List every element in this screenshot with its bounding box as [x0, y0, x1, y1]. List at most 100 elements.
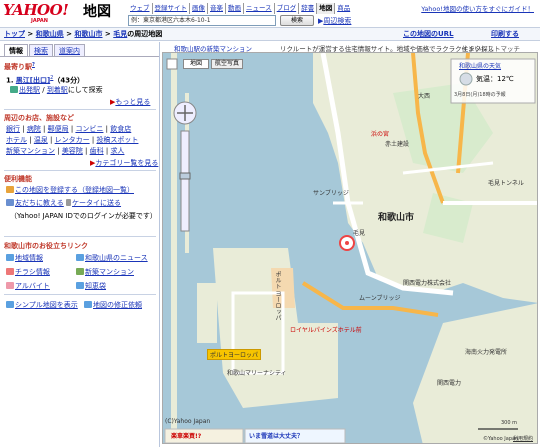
map-drawing	[163, 53, 537, 443]
simple-map-icon	[6, 301, 14, 308]
report-link[interactable]: 地図の修正依頼	[93, 301, 142, 309]
nearby-row-3: 新築マンション | 美容院 | 歯科 | 求人	[6, 147, 125, 155]
link-jobs[interactable]: 求人	[110, 147, 124, 155]
link-hospital[interactable]: 病院	[27, 125, 41, 133]
help-link[interactable]: Yahoo!地図の使い方をすぐにガイド！	[421, 3, 534, 13]
divider	[4, 236, 156, 237]
pencil-icon	[6, 186, 14, 193]
link-restaurant[interactable]: 飲食店	[110, 125, 131, 133]
tell-friend-link[interactable]: 友だちに教える	[15, 199, 64, 207]
link-spot[interactable]: 投稿スポット	[96, 136, 138, 144]
interest-match-ad: 和歌山駅の新築マンション リクルートが運営する住宅情報サイト。地域や価格でラクラ…	[162, 42, 540, 52]
zoom-slider[interactable]	[181, 131, 189, 231]
info-tabs: 情報 検索 道案内	[4, 44, 86, 56]
label-royal-pines: ロイヤルパインズホテル前	[290, 327, 362, 334]
pan-control[interactable]	[174, 102, 196, 124]
news-icon	[76, 254, 84, 261]
simple-map-link[interactable]: シンプル地図を表示	[15, 301, 78, 309]
station-link[interactable]: 黒江[出口]	[16, 76, 50, 84]
label-hamanomiya: 浜の宮	[371, 131, 390, 138]
station-route-row: 出発駅 / 到着駅にして探索	[10, 85, 103, 95]
depart-link[interactable]: 出発駅	[19, 86, 40, 94]
nav-music[interactable]: 音楽	[208, 3, 226, 14]
weather-title[interactable]: 和歌山県の天気	[459, 61, 501, 70]
job-icon	[6, 282, 14, 289]
logo-text: YAHOO!	[3, 1, 69, 19]
train-icon	[10, 86, 18, 93]
bottom-links-b: 地図の修正依頼	[84, 300, 142, 310]
registered-list-link[interactable]: （登録地図一覧）	[78, 186, 134, 194]
label-porto-europe: ポルト ヨーロッパ	[274, 271, 281, 321]
label-kainan: 関西電力	[437, 380, 462, 387]
link-mansion[interactable]: 新築マンション	[6, 147, 55, 155]
link-pref-news[interactable]: 和歌山県のニュース	[85, 254, 148, 262]
register-map-link[interactable]: この地図を登録する	[15, 186, 78, 194]
link-dental[interactable]: 歯科	[90, 147, 104, 155]
arrive-link[interactable]: 到着駅	[47, 86, 68, 94]
nav-news[interactable]: ニュース	[244, 3, 275, 14]
station-heading: 最寄り駅?	[4, 62, 35, 71]
map-url-button[interactable]: この地図のURL	[403, 29, 454, 39]
nearby-search-link[interactable]: ▶周辺検索	[318, 16, 351, 26]
link-hotel[interactable]: ホテル	[6, 136, 27, 144]
tab-route[interactable]: 道案内	[54, 44, 85, 56]
link-new-mansion[interactable]: 新築マンション	[85, 268, 134, 276]
map-canvas[interactable]: 地図 航空写真 和歌山県の天気 気温：12℃ 3月8日(月)18時の予報 和歌山…	[162, 52, 538, 444]
search-button[interactable]: 検索	[280, 15, 314, 26]
crumb-area[interactable]: 毛見	[113, 30, 127, 38]
divider	[4, 109, 156, 110]
copyright-left: (C)Yahoo Japan	[165, 418, 211, 425]
tab-search[interactable]: 検索	[29, 44, 53, 56]
link-area-info[interactable]: 地域情報	[15, 254, 43, 262]
link-onsen[interactable]: 温泉	[34, 136, 48, 144]
help-icon[interactable]: ?	[32, 62, 35, 68]
link-conveni[interactable]: コンビニ	[75, 125, 103, 133]
link-flyer[interactable]: チラシ情報	[15, 268, 50, 276]
link-bank[interactable]: 銀行	[6, 125, 20, 133]
nearby-row-1: 銀行 | 病院 | 郵便局 | コンビニ | 飲食店	[6, 125, 132, 133]
ad-tag: インタレストマッチ	[461, 45, 521, 52]
aerial-photo-button[interactable]: 航空写真	[211, 59, 243, 69]
nav-web[interactable]: ウェブ	[128, 3, 153, 14]
print-button[interactable]: 印刷する	[491, 29, 519, 39]
divider	[4, 170, 156, 171]
layer-toggle-icon[interactable]	[167, 59, 177, 69]
link-salon[interactable]: 美容院	[62, 147, 83, 155]
nav-directory[interactable]: 登録サイト	[153, 3, 190, 14]
crumb-prefecture[interactable]: 和歌山県	[36, 30, 64, 38]
link-arubaito[interactable]: アルバイト	[15, 282, 50, 290]
share-row: 友だちに教える ケータイに送る	[6, 198, 121, 208]
links-row-3b: 知恵袋	[76, 281, 106, 291]
nav-dictionary[interactable]: 辞書	[299, 3, 318, 14]
label-city: 和歌山市	[378, 213, 415, 223]
bottom-ad-car[interactable]: 楽車楽買!?	[171, 431, 201, 440]
station-more-link[interactable]: ▶もっと見る	[110, 97, 150, 107]
links-row-1b: 和歌山県のニュース	[76, 253, 148, 263]
link-chiebukuro[interactable]: 知恵袋	[85, 282, 106, 290]
crumb-top[interactable]: トップ	[4, 30, 25, 38]
tab-info[interactable]: 情報	[4, 44, 28, 56]
search-input[interactable]: 例：東京都港区六本木6-10-1	[128, 15, 276, 26]
nav-shopping[interactable]: 商品	[335, 3, 352, 14]
chiebukuro-icon	[76, 282, 84, 289]
report-icon	[84, 301, 92, 308]
label-moon-bridge: ムーンブリッジ	[359, 295, 401, 302]
nav-map[interactable]: 地図	[317, 3, 336, 14]
link-rentacar[interactable]: レンタカー	[55, 136, 90, 144]
ad-link[interactable]: 和歌山駅の新築マンション	[174, 43, 252, 52]
links-row-1: 地域情報	[6, 253, 43, 263]
category-more-link[interactable]: ▶カテゴリー覧を見る	[90, 158, 158, 168]
station-item: 1. 黒江[出口]2（43分）	[6, 75, 85, 85]
mobile-icon	[66, 199, 72, 206]
nav-image[interactable]: 画像	[190, 3, 208, 14]
nav-blog[interactable]: ブログ	[275, 3, 300, 14]
links-row-2: チラシ情報	[6, 267, 50, 277]
link-postoffice[interactable]: 郵便局	[48, 125, 69, 133]
send-mobile-link[interactable]: ケータイに送る	[72, 199, 121, 207]
bottom-ad-snow[interactable]: いま雪道は大丈夫？	[249, 431, 303, 440]
nav-video[interactable]: 動画	[226, 3, 244, 14]
bottom-links: シンプル地図を表示	[6, 300, 78, 310]
breadcrumb: トップ > 和歌山県 > 和歌山市 > 毛見の周辺地図	[4, 30, 163, 38]
crumb-city[interactable]: 和歌山市	[75, 30, 103, 38]
map-mode-button[interactable]: 地図	[183, 59, 209, 69]
